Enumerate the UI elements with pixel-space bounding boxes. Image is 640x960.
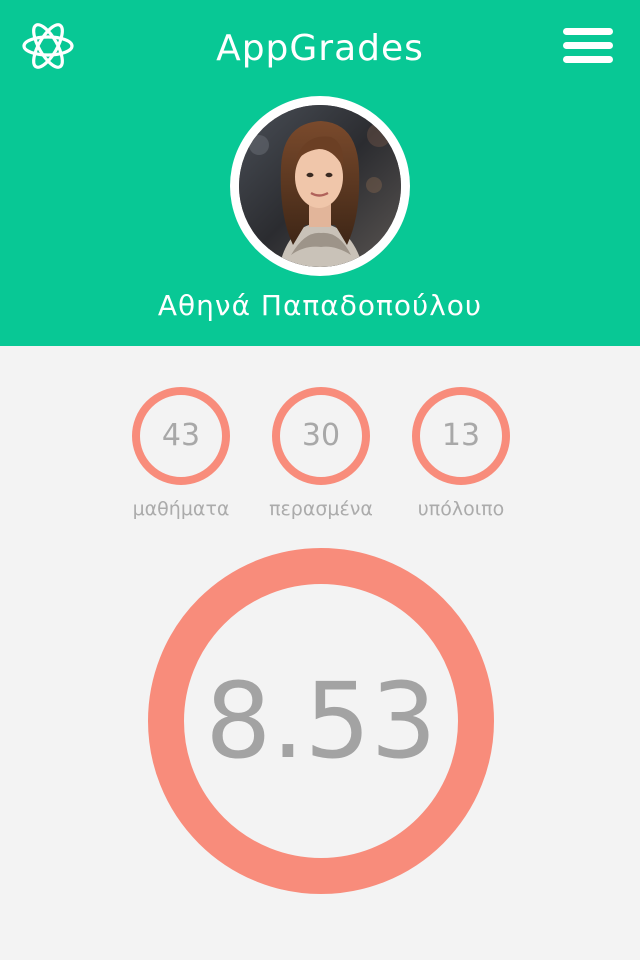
stat-label-courses: μαθήματα — [132, 498, 230, 520]
stat-label-passed: περασμένα — [269, 498, 373, 520]
stat-passed[interactable]: 30 περασμένα — [246, 386, 396, 536]
hamburger-menu-button[interactable] — [558, 22, 618, 70]
avatar[interactable] — [239, 105, 401, 267]
stat-value-passed: 30 — [301, 418, 341, 453]
user-photo-icon — [239, 105, 401, 267]
user-name: Αθηνά Παπαδοπούλου — [157, 289, 483, 322]
app-header: AppGrades Αθηνά Παπαδοπούλου — [0, 0, 640, 346]
menu-bar-top — [563, 28, 613, 35]
app-title: AppGrades — [216, 28, 424, 69]
stat-remaining[interactable]: 13 υπόλοιπο — [386, 386, 536, 536]
stat-label-remaining: υπόλοιπο — [417, 498, 505, 520]
menu-bar-middle — [563, 42, 613, 49]
stat-value-courses: 43 — [161, 418, 201, 453]
menu-bar-bottom — [563, 56, 613, 63]
stat-courses[interactable]: 43 μαθήματα — [106, 386, 256, 536]
average-grade-value: 8.53 — [205, 660, 437, 782]
stat-value-remaining: 13 — [441, 418, 481, 453]
